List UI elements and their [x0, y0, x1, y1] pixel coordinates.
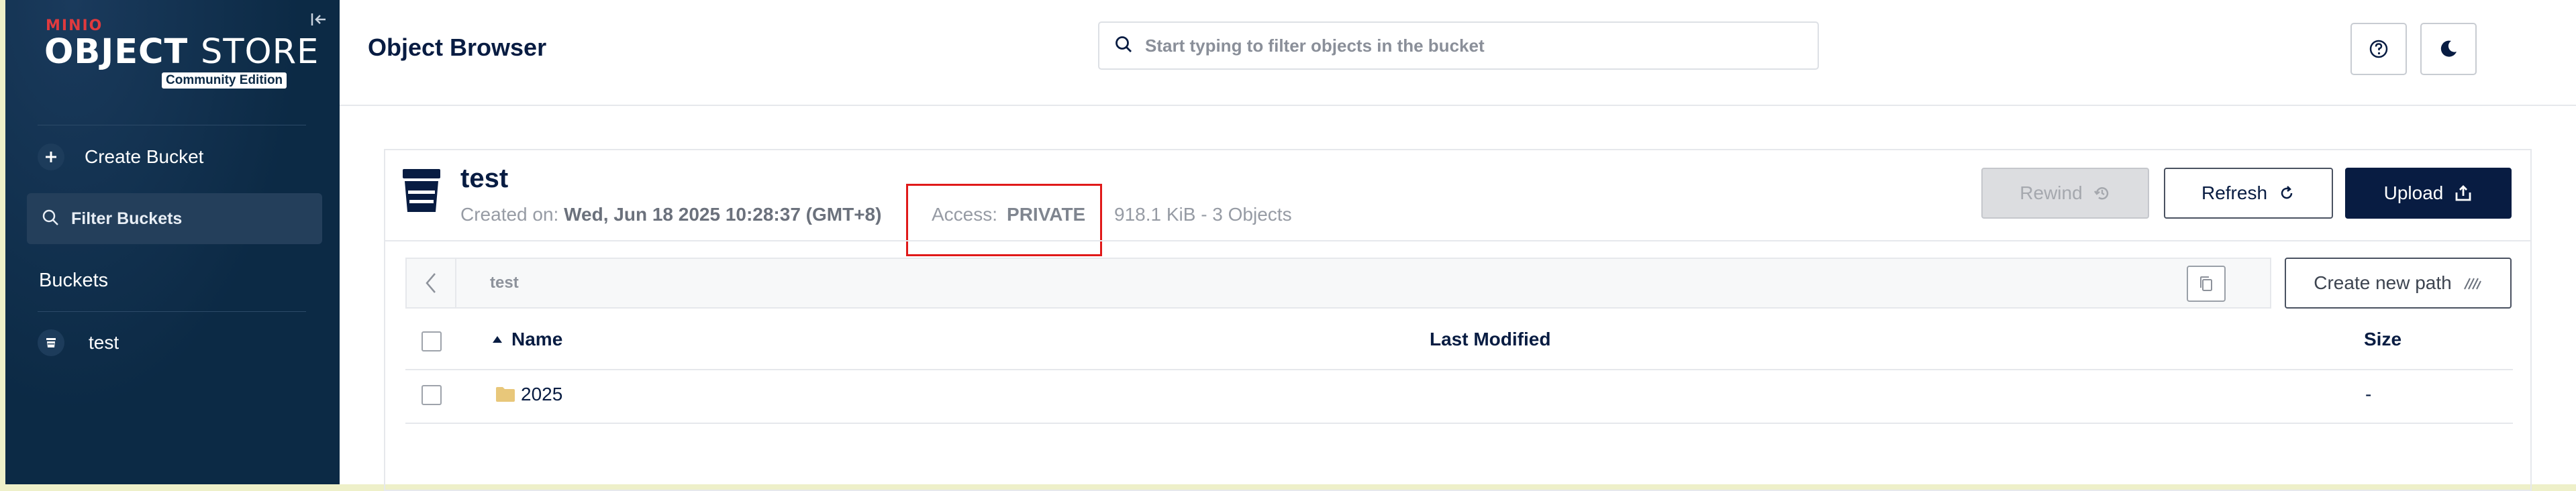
refresh-label: Refresh: [2201, 182, 2268, 203]
product-name-bold: OBJECT: [44, 32, 189, 72]
moon-icon: [2440, 40, 2457, 57]
column-header-name[interactable]: Name: [491, 329, 562, 350]
refresh-icon: [2278, 184, 2295, 202]
row-checkbox[interactable]: [422, 385, 442, 405]
filter-buckets-label: Filter Buckets: [71, 209, 183, 228]
bucket-usage: 918.1 KiB - 3 Objects: [1114, 204, 1292, 225]
main-content: Object Browser test Created on: Wed, Jun…: [340, 0, 2576, 491]
search-icon: [42, 209, 59, 229]
object-search-box[interactable]: [1098, 21, 1819, 70]
select-all-checkbox[interactable]: [422, 331, 442, 351]
rewind-button[interactable]: Rewind: [1981, 168, 2149, 219]
new-path-icon: [2463, 275, 2483, 291]
upload-icon: [2454, 184, 2473, 203]
created-value: Wed, Jun 18 2025 10:28:37 (GMT+8): [564, 204, 882, 225]
page-title: Object Browser: [368, 34, 547, 61]
history-icon: [2093, 184, 2111, 202]
column-header-size[interactable]: Size: [2364, 329, 2401, 350]
create-new-path-button[interactable]: Create new path: [2285, 258, 2512, 309]
filter-buckets-input[interactable]: Filter Buckets: [27, 193, 322, 244]
edition-badge: Community Edition: [162, 72, 287, 89]
column-header-label: Name: [511, 329, 563, 349]
table-row-divider: [405, 423, 2513, 424]
create-path-label: Create new path: [2314, 272, 2452, 293]
bucket-panel: test Created on: Wed, Jun 18 2025 10:28:…: [384, 149, 2532, 491]
refresh-button[interactable]: Refresh: [2164, 168, 2333, 219]
product-name: OBJECT STORE: [44, 32, 319, 72]
help-button[interactable]: [2350, 23, 2407, 75]
row-name: 2025: [521, 384, 563, 404]
create-bucket-label: Create Bucket: [85, 146, 204, 167]
bucket-created: Created on: Wed, Jun 18 2025 10:28:37 (G…: [460, 204, 881, 225]
bucket-icon: [401, 168, 442, 213]
top-bar: Object Browser: [340, 0, 2576, 106]
bucket-icon: [38, 329, 64, 356]
collapse-sidebar-icon[interactable]: [309, 9, 329, 30]
breadcrumb-path[interactable]: test: [490, 274, 519, 292]
table-header-divider: [405, 369, 2513, 370]
chevron-left-icon: [426, 273, 436, 293]
upload-label: Upload: [2383, 182, 2444, 203]
plus-icon: [38, 144, 64, 170]
copy-icon: [2200, 276, 2212, 291]
sort-ascending-icon: [493, 336, 502, 343]
sidebar-divider: [38, 311, 306, 312]
dark-mode-button[interactable]: [2420, 23, 2477, 75]
sidebar-item-test[interactable]: test: [38, 326, 306, 360]
buckets-section-title: Buckets: [39, 270, 109, 291]
sidebar-item-label: test: [89, 332, 119, 353]
create-bucket-button[interactable]: Create Bucket: [38, 138, 306, 176]
bucket-name: test: [460, 164, 509, 193]
created-label: Created on:: [460, 204, 559, 225]
rewind-label: Rewind: [2020, 182, 2083, 203]
help-icon: [2369, 40, 2388, 58]
highlight-box: [906, 184, 1102, 256]
breadcrumb: test: [405, 258, 2271, 309]
folder-icon: [496, 387, 515, 402]
row-size: -: [2365, 384, 2372, 404]
back-button[interactable]: [407, 259, 456, 307]
sidebar: MINIO OBJECT STORE Community Edition Cre…: [5, 0, 340, 484]
object-search-input[interactable]: [1144, 34, 1804, 57]
column-header-last-modified[interactable]: Last Modified: [1430, 329, 1550, 350]
panel-divider: [385, 240, 2530, 241]
search-icon: [1114, 35, 1133, 57]
table-row[interactable]: 2025: [495, 384, 562, 405]
upload-button[interactable]: Upload: [2345, 168, 2512, 219]
product-name-light: STORE: [201, 32, 319, 72]
copy-path-button[interactable]: [2187, 266, 2226, 302]
